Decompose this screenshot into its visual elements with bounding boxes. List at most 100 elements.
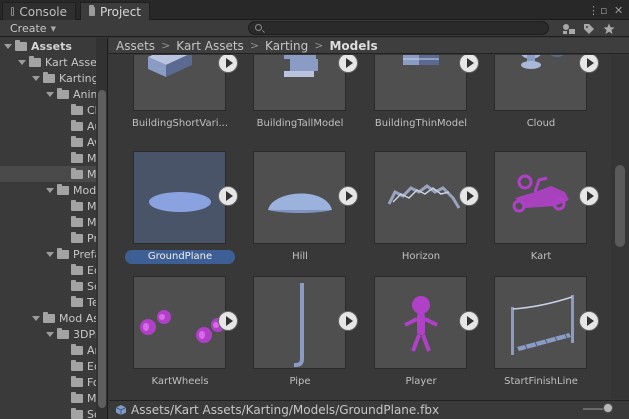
expand-asset-play-icon[interactable] [218,311,238,331]
asset-label[interactable]: Player [366,375,476,389]
player-preview-icon [404,296,438,352]
tree-item[interactable]: Avatars [0,134,96,150]
tree-item-label: Assets [31,39,72,53]
scrollbar-thumb[interactable] [615,165,625,247]
window-menu-icon[interactable]: ⋮ [588,4,599,17]
asset-thumbnail[interactable] [494,55,587,111]
expand-arrow-down-icon[interactable] [4,42,12,50]
expand-arrow-icon [60,282,68,290]
expand-arrow-down-icon[interactable] [46,90,54,98]
asset-label[interactable]: Horizon [366,250,476,264]
asset-label[interactable]: Cloud [486,117,596,131]
tree-item[interactable]: Models [0,214,96,230]
breadcrumb-item[interactable]: Assets [116,39,155,53]
expand-asset-play-icon[interactable] [218,186,238,206]
asset-grid-scrollbar[interactable] [611,55,629,399]
asset-thumbnail[interactable] [133,55,226,111]
asset-thumbnail[interactable] [374,151,467,244]
create-dropdown-button[interactable]: Create ▼ [4,21,62,36]
filter-by-type-icon[interactable] [560,21,578,36]
tree-item[interactable]: Fonts [0,374,96,390]
folder-icon [71,375,83,387]
expand-arrow-down-icon[interactable] [32,74,40,82]
asset-thumbnail[interactable] [253,276,346,369]
thumbnail-size-slider-knob[interactable] [603,403,613,413]
tree-item-label: Models [87,215,96,229]
expand-arrow-icon [60,266,68,274]
tree-item[interactable]: Animation [0,86,96,102]
tab-console[interactable]: Console [2,2,76,20]
tree-item[interactable]: Scenes [0,278,96,294]
asset-label[interactable]: KartWheels [125,375,235,389]
asset-thumbnail[interactable] [374,276,467,369]
tree-item[interactable]: Editor [0,262,96,278]
tree-item[interactable]: Animations [0,342,96,358]
close-icon[interactable]: ✕ [614,4,623,17]
asset-thumbnail[interactable] [494,151,587,244]
asset-thumbnail[interactable] [374,55,467,111]
folder-icon [71,391,83,403]
expand-arrow-down-icon[interactable] [46,250,54,258]
tree-item[interactable]: Karting [0,70,96,86]
expand-asset-play-icon[interactable] [459,186,479,206]
favorite-star-icon[interactable] [600,21,618,36]
tree-item[interactable]: Editor [0,358,96,374]
asset-label[interactable]: Pipe [245,375,355,389]
asset-label[interactable]: GroundPlane [125,250,235,264]
folder-icon [71,151,83,163]
tree-item[interactable]: Prefabs [0,246,96,262]
expand-asset-play-icon[interactable] [459,55,479,73]
tree-item-label: Editor [87,359,96,373]
search-input[interactable] [248,21,549,35]
tree-item[interactable]: Audio [0,118,96,134]
asset-label[interactable]: BuildingTallModel [245,117,355,131]
asset-thumbnail[interactable] [133,276,226,369]
expand-asset-play-icon[interactable] [579,311,599,331]
asset-label[interactable]: Kart [486,250,596,264]
tree-item[interactable]: Scripts [0,406,96,419]
breadcrumb-item[interactable]: Kart Assets [176,39,244,53]
expand-arrow-down-icon[interactable] [32,314,40,322]
expand-asset-play-icon[interactable] [218,55,238,73]
project-folder-tree: Assets Kart Assets Karting Animation Clips Au… [0,38,108,419]
tree-item[interactable]: 3DProps [0,326,96,342]
expand-arrow-down-icon[interactable] [46,330,54,338]
tree-item[interactable]: Materials [0,198,96,214]
folder-icon [71,359,83,371]
tree-item[interactable]: ModularTrack [0,182,96,198]
asset-thumbnail[interactable] [253,55,346,111]
breadcrumb-item[interactable]: Models [329,39,377,53]
expand-asset-play-icon[interactable] [338,311,358,331]
asset-label[interactable]: BuildingThinModel [366,117,476,131]
tree-item[interactable]: Textures [0,294,96,310]
expand-asset-play-icon[interactable] [338,186,358,206]
asset-label[interactable]: BuildingShortVari... [125,117,235,131]
expand-arrow-icon [60,170,68,178]
tree-item[interactable]: Assets [0,38,96,54]
maximize-icon[interactable]: ▫ [600,4,607,17]
tree-item[interactable]: Models [0,166,96,182]
scrollbar-thumb[interactable] [98,90,106,408]
breadcrumb-item[interactable]: Karting [265,39,308,53]
tree-item[interactable]: Materials [0,390,96,406]
tree-item[interactable]: Prefabs [0,230,96,246]
folder-icon [71,279,83,291]
tree-scrollbar[interactable] [96,38,107,419]
asset-label[interactable]: StartFinishLine [486,375,596,389]
tree-item[interactable]: Materials [0,150,96,166]
tree-item[interactable]: Mod Assets [0,310,96,326]
expand-asset-play-icon[interactable] [579,186,599,206]
asset-thumbnail[interactable] [133,151,226,244]
expand-arrow-down-icon[interactable] [46,186,54,194]
expand-asset-play-icon[interactable] [459,311,479,331]
asset-thumbnail[interactable] [253,151,346,244]
asset-label[interactable]: Hill [245,250,355,264]
tree-item[interactable]: Clips [0,102,96,118]
expand-asset-play-icon[interactable] [338,55,358,73]
asset-thumbnail[interactable] [494,276,587,369]
tab-project[interactable]: Project [80,2,150,20]
expand-asset-play-icon[interactable] [579,55,599,73]
filter-by-label-icon[interactable] [580,21,598,36]
tree-item[interactable]: Kart Assets [0,54,96,70]
expand-arrow-down-icon[interactable] [18,58,26,66]
